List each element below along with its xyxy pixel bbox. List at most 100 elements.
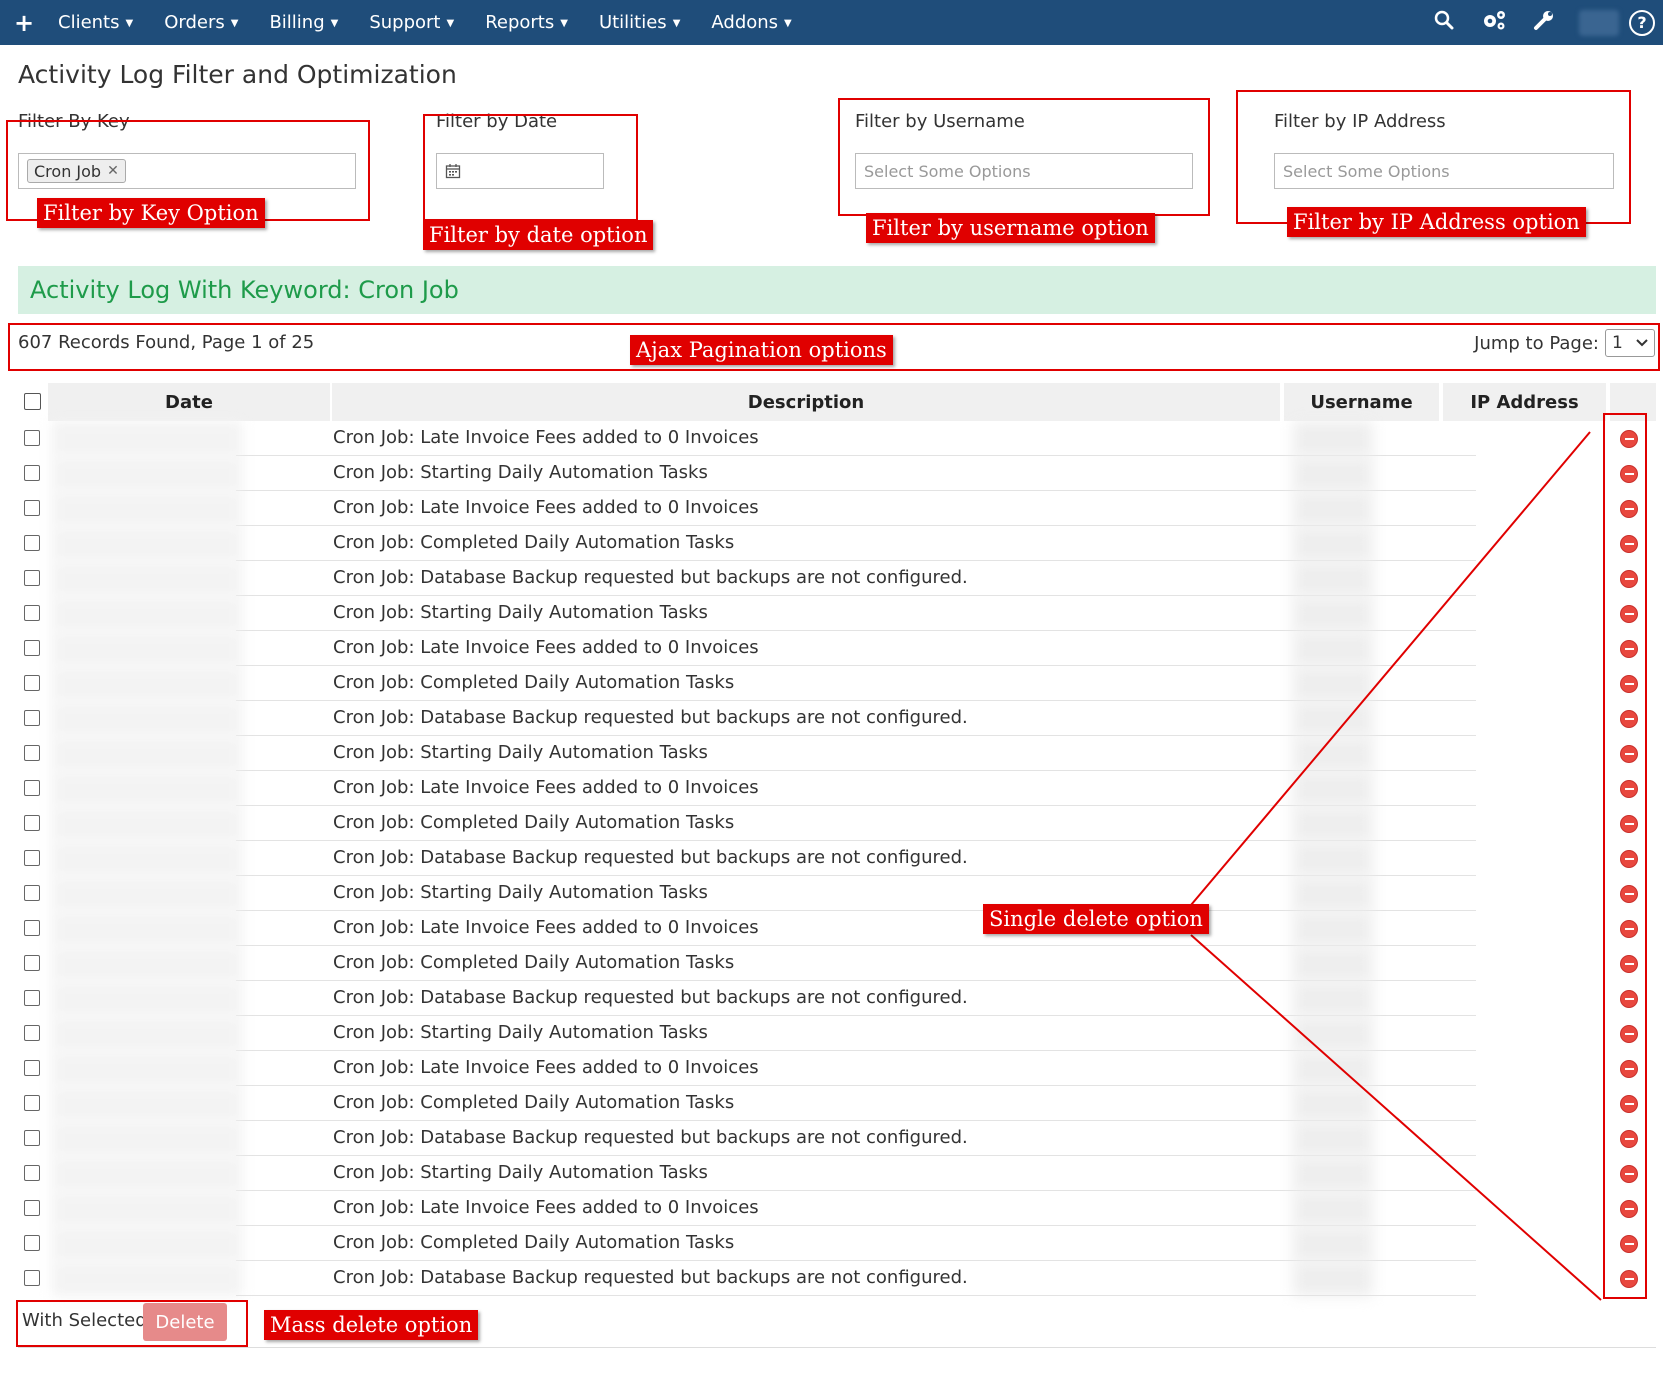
row-checkbox[interactable] [24,1095,40,1111]
row-description: Cron Job: Completed Daily Automation Tas… [333,1092,735,1113]
menu-orders[interactable]: Orders ▼ [164,12,238,33]
main-menu: Clients ▼ Orders ▼ Billing ▼ Support ▼ Repor… [58,12,823,33]
row-description: Cron Job: Database Backup requested but … [333,567,968,588]
row-checkbox[interactable] [24,1130,40,1146]
row-date [52,456,242,491]
row-username [1293,736,1373,771]
row-username [1293,771,1373,806]
column-header-date[interactable]: Date [48,383,330,421]
table-row: Cron Job: Starting Daily Automation Task… [18,876,1656,911]
menu-utilities[interactable]: Utilities ▼ [599,12,680,33]
row-date [52,1226,242,1261]
row-username [1293,1121,1373,1156]
divider [18,1347,1656,1348]
row-date [52,771,242,806]
row-description: Cron Job: Database Backup requested but … [333,707,968,728]
help-icon[interactable]: ? [1629,9,1655,36]
menu-addons[interactable]: Addons ▼ [711,12,791,33]
menu-clients[interactable]: Clients ▼ [58,12,133,33]
row-description: Cron Job: Late Invoice Fees added to 0 I… [333,777,759,798]
row-checkbox[interactable] [24,1235,40,1251]
row-checkbox[interactable] [24,1060,40,1076]
annotation-label-pagination: Ajax Pagination options [630,335,893,365]
row-checkbox[interactable] [24,990,40,1006]
row-checkbox[interactable] [24,955,40,971]
row-username [1293,526,1373,561]
wrench-icon[interactable] [1519,9,1569,37]
row-username [1293,421,1373,456]
row-description: Cron Job: Completed Daily Automation Tas… [333,672,735,693]
table-row: Cron Job: Starting Daily Automation Task… [18,1156,1656,1191]
annotation-label-ip: Filter by IP Address option [1287,207,1586,237]
row-username [1293,876,1373,911]
row-username [1293,561,1373,596]
row-username [1293,1226,1373,1261]
keyword-banner: Activity Log With Keyword: Cron Job [18,266,1656,314]
row-username [1293,1051,1373,1086]
row-checkbox[interactable] [24,640,40,656]
row-username [1293,491,1373,526]
row-description: Cron Job: Starting Daily Automation Task… [333,1162,708,1183]
row-checkbox[interactable] [24,920,40,936]
row-date [52,421,242,456]
row-username [1293,946,1373,981]
row-checkbox[interactable] [24,815,40,831]
annotation-label-username: Filter by username option [866,213,1155,243]
row-description: Cron Job: Completed Daily Automation Tas… [333,812,735,833]
row-description: Cron Job: Late Invoice Fees added to 0 I… [333,1057,759,1078]
menu-reports[interactable]: Reports ▼ [485,12,568,33]
row-checkbox[interactable] [24,535,40,551]
row-checkbox[interactable] [24,500,40,516]
row-checkbox[interactable] [24,780,40,796]
column-header-ip[interactable]: IP Address [1443,383,1606,421]
row-checkbox[interactable] [24,1270,40,1286]
column-header-description[interactable]: Description [332,383,1280,421]
table-row: Cron Job: Database Backup requested but … [18,1261,1656,1296]
add-new-button[interactable]: + [6,9,42,37]
row-checkbox[interactable] [24,850,40,866]
search-icon[interactable] [1419,10,1469,36]
table-row: Cron Job: Late Invoice Fees added to 0 I… [18,631,1656,666]
row-checkbox[interactable] [24,465,40,481]
row-date [52,526,242,561]
select-all-checkbox[interactable] [24,393,41,410]
table-row: Cron Job: Late Invoice Fees added to 0 I… [18,771,1656,806]
row-date [52,491,242,526]
avatar[interactable] [1579,9,1619,36]
row-description: Cron Job: Completed Daily Automation Tas… [333,532,735,553]
menu-support[interactable]: Support ▼ [369,12,454,33]
row-username [1293,666,1373,701]
table-row: Cron Job: Late Invoice Fees added to 0 I… [18,491,1656,526]
table-row: Cron Job: Completed Daily Automation Tas… [18,526,1656,561]
row-checkbox[interactable] [24,605,40,621]
annotation-box-ip [1236,90,1631,224]
row-checkbox[interactable] [24,1025,40,1041]
row-checkbox[interactable] [24,430,40,446]
table-row: Cron Job: Starting Daily Automation Task… [18,736,1656,771]
row-username [1293,981,1373,1016]
row-description: Cron Job: Late Invoice Fees added to 0 I… [333,637,759,658]
row-checkbox[interactable] [24,570,40,586]
gears-icon[interactable] [1469,9,1519,37]
row-description: Cron Job: Starting Daily Automation Task… [333,1022,708,1043]
row-checkbox[interactable] [24,1200,40,1216]
row-username [1293,1261,1373,1296]
row-description: Cron Job: Completed Daily Automation Tas… [333,952,735,973]
row-checkbox[interactable] [24,710,40,726]
annotation-label-date: Filter by date option [423,220,654,250]
row-date [52,596,242,631]
row-description: Cron Job: Late Invoice Fees added to 0 I… [333,1197,759,1218]
row-date [52,1191,242,1226]
row-date [52,701,242,736]
column-header-username[interactable]: Username [1284,383,1439,421]
row-date [52,911,242,946]
table-row: Cron Job: Database Backup requested but … [18,701,1656,736]
row-checkbox[interactable] [24,1165,40,1181]
table-row: Cron Job: Database Backup requested but … [18,1121,1656,1156]
row-checkbox[interactable] [24,745,40,761]
table-row: Cron Job: Starting Daily Automation Task… [18,1016,1656,1051]
row-checkbox[interactable] [24,675,40,691]
menu-billing[interactable]: Billing ▼ [269,12,338,33]
row-checkbox[interactable] [24,885,40,901]
row-date [52,1261,242,1296]
